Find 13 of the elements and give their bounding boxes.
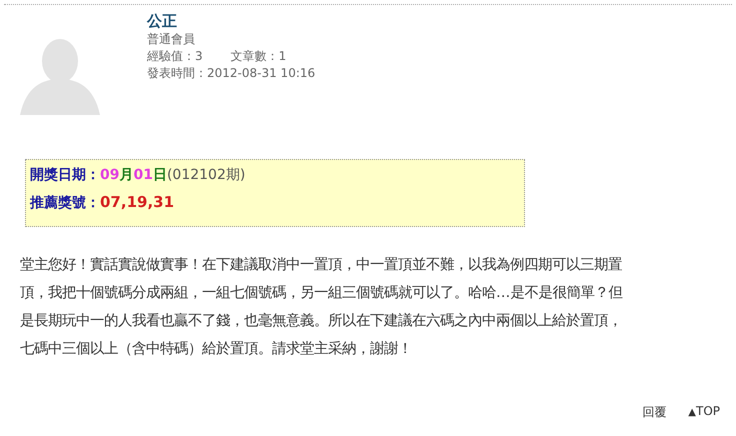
triangle-up-icon: ▲ [688,407,696,418]
draw-date: 09月 01日(012102期) [100,166,246,184]
member-rank: 普通會員 [147,31,196,48]
draw-date-label: 開獎日期： [30,166,100,184]
author-name[interactable]: 公正 [147,11,316,31]
top-link[interactable]: ▲TOP [688,404,720,421]
post-time: 發表時間：2012-08-31 10:16 [147,65,316,82]
numbers-label: 推薦獎號： [30,194,100,212]
stat-text: 文章數：1 [230,48,286,65]
recommended-numbers: 07,19,31 [100,193,174,211]
post-body: 堂主您好！實話實說做實事！在下建議取消中一置頂，中一置頂並不難，以我為例四期可以三期置 頂，我把十個號碼分成兩組，一組七個號碼，另一組三個號碼就可以了。哈哈…是不是很簡單？但 是長期玩中一的人我看也贏不了錢，也毫無意義。所以在下建議在六碼之內中兩個以上給於置頂， 七碼中三個以上（含中特碼）給於置頂。請求堂主采納，謝謝！ [20,256,624,359]
reply-link[interactable]: 回覆 [642,404,666,421]
stat-text: 經驗值：3 [147,48,203,65]
